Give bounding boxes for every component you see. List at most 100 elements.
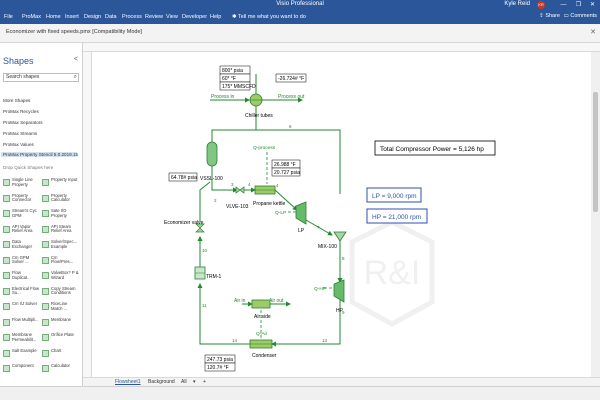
shape-item-label: Sate I/O Property [51,208,67,218]
vertical-ruler [83,52,92,377]
share-button[interactable]: ⇪ Share [539,13,560,19]
stream-number: 11 [202,303,207,308]
search-shapes-input[interactable]: Search shapes ⌕ [3,73,79,82]
lp-speed-box[interactable]: LP = 9,000 rpm [366,187,422,203]
tell-me-input[interactable]: ✱ Tell me what you want to do [232,14,306,20]
tab-review[interactable]: Review [145,14,163,20]
status-bar [0,386,600,400]
lp-compressor-label: LP [298,228,305,234]
tab-promax[interactable]: ProMax [22,14,41,20]
svg-text:LP = 9,000 rpm: LP = 9,000 rpm [372,193,417,200]
minimize-button[interactable]: — [557,0,570,10]
avatar[interactable]: KR [537,1,545,9]
scrollbar-thumb[interactable] [593,92,598,212]
watermark-logo: R&I [349,219,435,327]
close-button[interactable]: ✕ [586,0,599,10]
property-box-left[interactable]: 64.78# psia [168,172,198,182]
chevron-down-icon[interactable]: ▾ [193,379,196,385]
stream-number: 2 [214,198,217,203]
process-in-label: Process in [211,94,235,100]
drawing-page[interactable]: R&I 6 2 3 4 4 7 8 9 13 14 11 10 Process … [92,52,591,377]
qlp-label: Q-LP [275,210,286,216]
svg-text:26.988 °F: 26.988 °F [274,162,296,168]
shapes-header: Shapes [3,56,34,66]
chiller-tubes-exchanger[interactable] [249,93,263,107]
propane-kettle-label: Propane kettle [253,201,285,207]
hp-speed-box[interactable]: HP = 21,000 rpm [366,208,428,224]
vssl-label: VSSL-100 [200,176,223,182]
stream-hp-to-condenser[interactable] [271,300,341,347]
shape-item-label: API Steam Relief Area [51,223,72,234]
lp-compressor[interactable] [295,201,307,225]
stencil-property[interactable]: ProMax Property Stencil 5.0.2019.15 [1,152,78,157]
shape-item-label: Membrane [51,316,72,322]
shape-icon [3,210,10,217]
tab-help[interactable]: Help [210,14,221,20]
hp-compressor[interactable] [333,279,345,303]
stream-number: 6 [289,124,292,129]
vssl-100-vessel[interactable] [206,141,218,167]
tab-background[interactable]: Background [148,379,175,385]
vlve-103-valve[interactable] [235,186,245,194]
property-table-top[interactable]: 800* psia 60* °F 175* MMSCFD [219,65,256,91]
drawing-canvas[interactable]: R&I 6 2 3 4 4 7 8 9 13 14 11 10 Process … [92,52,591,377]
add-page-icon[interactable]: + [203,379,206,385]
tab-data[interactable]: Data [105,14,117,20]
stream-valve-to-vssl[interactable] [199,181,211,222]
tab-insert[interactable]: Insert [65,14,79,20]
shape-item-label: Calculator [51,363,70,368]
restore-button[interactable]: ❐ [572,0,585,10]
condenser-exchanger[interactable] [249,339,273,349]
shape-icon [3,241,10,248]
propane-kettle-exchanger[interactable] [254,185,276,195]
tab-file[interactable]: File [4,14,13,20]
property-table-bottom[interactable]: 247.73 psia 120.7# °F [204,354,236,372]
user-name[interactable]: Kyle Reid [504,1,530,7]
property-table-mid[interactable]: 26.988 °F 20.727 psia [271,159,301,177]
stencil-streams[interactable]: ProMax Streams [3,131,37,136]
shape-icon [42,194,49,202]
flowsheet-diagram[interactable]: R&I 6 2 3 4 4 7 8 9 13 14 11 10 Process … [92,52,591,377]
tab-process[interactable]: Process [122,14,142,20]
search-icon[interactable]: ⌕ [74,74,77,81]
document-tab[interactable]: Economizer with fixed speeds.pmx [Compat… [6,29,142,35]
stream-vssl-overhead[interactable] [211,129,256,142]
shape-icon [42,349,49,357]
tab-view[interactable]: View [166,14,178,20]
air-in-label: Air in [234,298,246,304]
stencil-separators[interactable]: ProMax Separators [3,120,43,125]
tab-developer[interactable]: Developer [182,14,207,20]
shape-icon [3,303,10,310]
property-box-top-right[interactable]: -26.724# °F [275,73,307,83]
trm-1-block[interactable] [194,266,206,280]
air-side-exchanger[interactable] [251,299,271,309]
horizontal-ruler [83,43,600,52]
tab-design[interactable]: Design [84,14,101,20]
stream-kettle-to-lp[interactable] [274,189,298,211]
stencil-more-shapes[interactable]: More Shapes [3,98,30,103]
shape-icon [3,194,10,202]
close-icon[interactable]: ✕ [590,28,596,36]
flowrate-value: 175* MMSCFD [222,84,256,90]
shape-icon [3,179,10,186]
collapse-panel-icon[interactable]: < [74,56,78,63]
stream-number: 10 [202,248,208,253]
tab-all[interactable]: All [181,379,187,385]
vertical-scrollbar[interactable] [591,52,600,377]
stream-number: 14 [232,338,238,343]
hp-compressor-label: HP [336,308,344,314]
comments-button[interactable]: ▭ Comments [564,13,597,19]
tab-flowsheet1[interactable]: Flowsheet1 [115,379,141,385]
shape-item-label: Salt Example [12,347,37,353]
total-power-box[interactable]: Total Compressor Power = 5,126 hp [374,140,496,156]
stream-condenser-to-trm[interactable] [197,283,250,345]
shape-icon [42,287,49,295]
shape-icon [3,287,10,295]
stencil-recycles[interactable]: ProMax Recycles [3,109,39,114]
shape-item-label: Orifice Plate [51,332,74,337]
shape-item-label: Property Input [51,177,78,182]
tab-home[interactable]: Home [46,14,61,20]
stencil-values[interactable]: ProMax Values [3,142,34,147]
mix-100-mixer[interactable] [333,231,347,242]
shape-item-label: Data Exchanger [12,239,33,249]
